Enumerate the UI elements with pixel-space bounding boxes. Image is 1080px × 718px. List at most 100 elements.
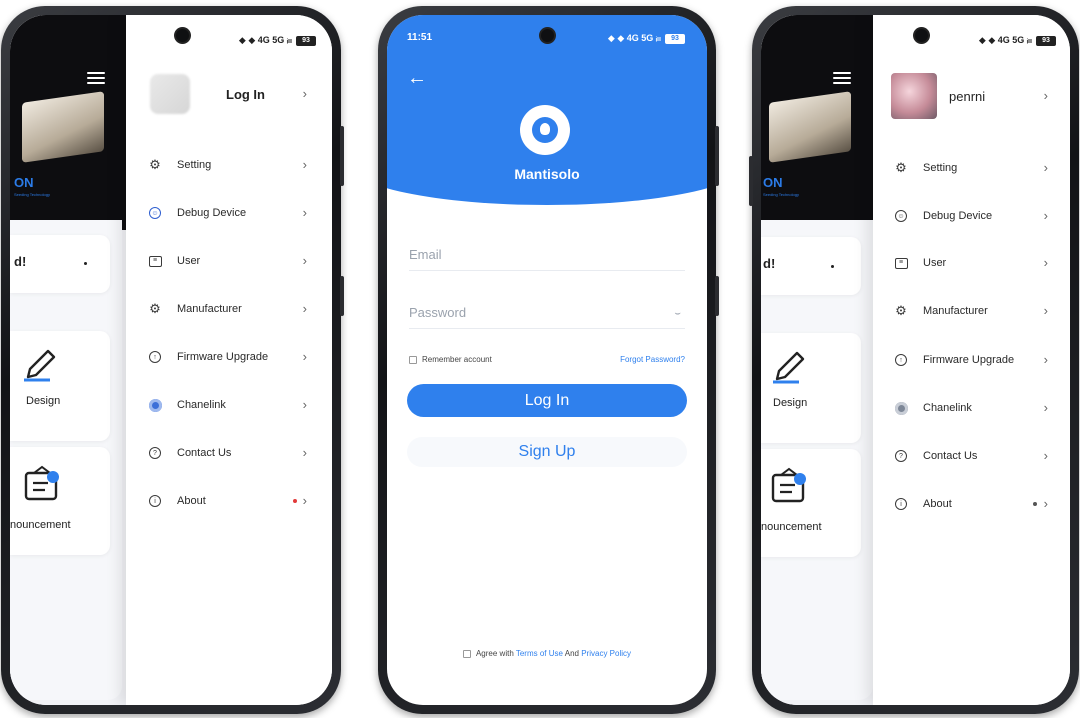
menu-item-manufacturer[interactable]: ⚙ Manufacturer › <box>873 299 1070 323</box>
hero-image <box>769 91 851 163</box>
home-brand-sub: Seeding Technology <box>14 192 50 197</box>
menu-item-firmware-upgrade[interactable]: ↑ Firmware Upgrade › <box>873 348 1070 372</box>
agree-row: Agree with Terms of Use And Privacy Poli… <box>387 649 707 658</box>
menu-item-chanelink[interactable]: Chanelink › <box>873 396 1070 420</box>
status-icons: ◆ ◆ 4G 5G ᵢₗₗ 93 <box>239 35 316 46</box>
home-design-card[interactable]: Design <box>761 333 861 443</box>
menu-item-setting[interactable]: ⚙ Setting › <box>873 156 1070 180</box>
chevron-right-icon: › <box>302 301 307 316</box>
phone-right-screen: ON Seeding Technology d! Design nounceme… <box>761 15 1070 705</box>
remember-row: Remember account Forgot Password? <box>409 355 685 369</box>
phone-right: ON Seeding Technology d! Design nounceme… <box>749 6 1079 714</box>
chevron-right-icon: › <box>1043 255 1048 270</box>
status-time: 11:51 <box>407 32 433 43</box>
menu-item-about[interactable]: i About › <box>873 492 1070 516</box>
status-icons: ◆ ◆ 4G 5G ᵢₗₗ 93 <box>608 33 685 44</box>
login-screen: 11:51 ◆ ◆ 4G 5G ᵢₗₗ 93 ← Mantisolo Email… <box>387 15 707 705</box>
chevron-right-icon: › <box>302 397 307 412</box>
email-field[interactable]: Email <box>409 240 685 271</box>
announcement-icon <box>24 465 59 501</box>
phone-left-screen: ON Seeding Technology d! Design nounceme… <box>10 15 332 705</box>
side-drawer: ◆ ◆ 4G 5G ᵢₗₗ 93 Log In › ⚙ Setting › ☺ … <box>126 15 332 705</box>
firmware-icon: ↑ <box>147 349 163 365</box>
phone-left: ON Seeding Technology d! Design nounceme… <box>1 6 344 714</box>
chevron-right-icon: › <box>302 86 307 101</box>
info-icon: i <box>147 493 163 509</box>
debug-device-icon: ☺ <box>893 208 909 224</box>
agree-checkbox[interactable] <box>462 649 471 658</box>
chevron-right-icon: › <box>302 157 307 172</box>
menu-item-contact-us[interactable]: ? Contact Us › <box>126 441 332 465</box>
eye-closed-icon[interactable]: ⌣ <box>674 308 681 319</box>
avatar <box>891 73 937 119</box>
home-design-card[interactable]: Design <box>10 331 110 441</box>
gear-icon: ⚙ <box>149 157 161 172</box>
notification-dot <box>1033 502 1037 506</box>
chevron-right-icon: › <box>1043 448 1048 463</box>
privacy-link[interactable]: Privacy Policy <box>581 649 631 658</box>
menu-item-user[interactable]: ≡ User › <box>126 249 332 273</box>
front-camera <box>541 29 554 42</box>
firmware-icon: ↑ <box>893 352 909 368</box>
chevron-right-icon: › <box>302 205 307 220</box>
chevron-right-icon: › <box>1043 208 1048 223</box>
manufacturer-icon: ⚙ <box>149 301 161 316</box>
pencil-icon <box>24 349 56 382</box>
terms-link[interactable]: Terms of Use <box>516 649 563 658</box>
pencil-icon <box>773 351 805 384</box>
app-logo <box>520 105 570 155</box>
home-announcement-card[interactable]: nouncement <box>10 447 110 555</box>
chevron-right-icon: › <box>1043 160 1048 175</box>
phone-middle: 11:51 ◆ ◆ 4G 5G ᵢₗₗ 93 ← Mantisolo Email… <box>378 6 719 714</box>
remember-checkbox[interactable] <box>409 355 417 364</box>
forgot-password-link[interactable]: Forgot Password? <box>620 355 685 364</box>
profile-row[interactable]: penrni › <box>873 71 1070 121</box>
menu-item-debug-device[interactable]: ☺ Debug Device › <box>873 204 1070 228</box>
chanelink-icon <box>147 397 163 413</box>
remember-label: Remember account <box>422 355 492 364</box>
avatar <box>150 74 190 114</box>
menu-item-manufacturer[interactable]: ⚙ Manufacturer › <box>126 297 332 321</box>
signup-button[interactable]: Sign Up <box>407 437 687 467</box>
notification-dot <box>293 499 297 503</box>
user-icon: ≡ <box>147 253 163 269</box>
chevron-right-icon: › <box>1043 496 1048 511</box>
menu-item-chanelink[interactable]: Chanelink › <box>126 393 332 417</box>
front-camera <box>176 29 189 42</box>
status-icons: ◆ ◆ 4G 5G ᵢₗₗ 93 <box>979 35 1056 46</box>
side-drawer: ◆ ◆ 4G 5G ᵢₗₗ 93 penrni › ⚙ Setting › ☺ … <box>873 15 1070 705</box>
password-field[interactable]: Password ⌣ <box>409 298 685 329</box>
chanelink-icon <box>893 400 909 416</box>
profile-name: penrni <box>949 88 986 104</box>
login-button[interactable]: Log In <box>407 384 687 417</box>
hamburger-icon[interactable] <box>833 69 851 87</box>
contact-icon: ? <box>893 448 909 464</box>
menu-item-setting[interactable]: ⚙ Setting › <box>126 153 332 177</box>
app-name: Mantisolo <box>514 166 580 182</box>
info-icon: i <box>893 496 909 512</box>
menu-item-about[interactable]: i About › <box>126 489 332 513</box>
home-brand: ON <box>763 175 783 190</box>
manufacturer-icon: ⚙ <box>895 303 907 318</box>
menu-item-contact-us[interactable]: ? Contact Us › <box>873 444 1070 468</box>
debug-device-icon: ☺ <box>147 205 163 221</box>
chevron-right-icon: › <box>302 253 307 268</box>
chevron-right-icon: › <box>1043 400 1048 415</box>
home-hero: ON Seeding Technology <box>10 15 126 230</box>
announcement-icon <box>771 467 806 503</box>
home-welcome-card[interactable]: d! <box>10 235 110 293</box>
chevron-right-icon: › <box>1043 88 1048 103</box>
home-brand: ON <box>14 175 34 190</box>
home-announcement-card[interactable]: nouncement <box>761 449 861 557</box>
menu-item-firmware-upgrade[interactable]: ↑ Firmware Upgrade › <box>126 345 332 369</box>
menu-item-debug-device[interactable]: ☺ Debug Device › <box>126 201 332 225</box>
back-arrow-icon[interactable]: ← <box>407 67 427 90</box>
contact-icon: ? <box>147 445 163 461</box>
home-brand-sub: Seeding Technology <box>763 192 799 197</box>
chevron-right-icon: › <box>302 493 307 508</box>
home-welcome-card[interactable]: d! <box>761 237 861 295</box>
menu-item-user[interactable]: ≡ User › <box>873 251 1070 275</box>
hamburger-icon[interactable] <box>87 69 105 87</box>
profile-row[interactable]: Log In › <box>126 69 332 119</box>
home-hero: ON Seeding Technology <box>761 15 877 230</box>
